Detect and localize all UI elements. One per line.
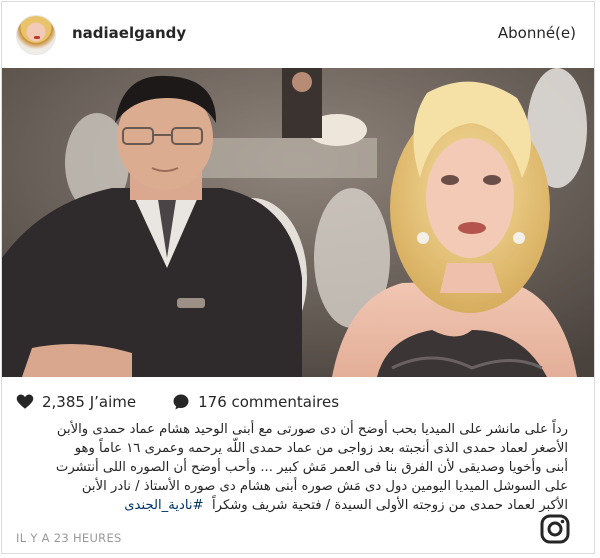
caption-line: أبنى وأخويا وصديقى لأن الفرق بنا فى العم… [55,460,568,475]
avatar-lips-detail [34,36,40,39]
caption-line: الأصغر لعماد حمدى الذى أنجبته بعد زواجى … [74,441,568,456]
caption-line: الأكبر لعماد حمدى من زوجته الأولى السيدة… [212,498,568,513]
instagram-logo-icon[interactable] [540,514,570,544]
post-photo[interactable] [2,68,594,377]
comments-count[interactable]: 176 commentaires [198,393,339,411]
caption-line: على السوشل الميديا اليومين دول دى مَش صو… [81,479,568,494]
caption-line: رداً على مانشر على الميديا بحب أوضح أن د… [56,422,568,437]
post-timestamp[interactable]: IL Y A 23 HEURES [16,531,122,545]
photo-illustration [2,68,594,377]
likes-count[interactable]: 2,385 J’aime [42,393,136,411]
post-header: nadiaelgandy Abonné(e) [2,2,594,68]
post-actions-row: 2,385 J’aime 176 commentaires [16,391,339,413]
follow-status-button[interactable]: Abonné(e) [498,24,576,42]
heart-icon[interactable] [16,393,34,411]
comment-bubble-icon[interactable] [172,393,190,411]
profile-avatar[interactable] [16,15,56,55]
hashtag-link[interactable]: #نادية_الجندى [124,498,203,513]
username-link[interactable]: nadiaelgandy [72,24,186,42]
instagram-post-card: nadiaelgandy Abonné(e) 2,385 J’aime 176 … [1,1,595,554]
post-caption: رداً على مانشر على الميديا بحب أوضح أن د… [28,420,568,515]
caption-last-line: الأكبر لعماد حمدى من زوجته الأولى السيدة… [28,496,568,515]
